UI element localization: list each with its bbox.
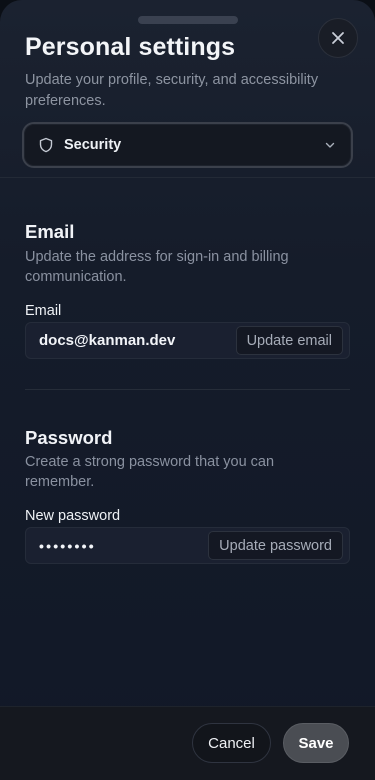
page-title: Personal settings bbox=[25, 33, 236, 61]
email-field-label: Email bbox=[25, 303, 62, 319]
save-button[interactable]: Save bbox=[283, 723, 349, 763]
page-subtitle: Update your profile, security, and acces… bbox=[25, 72, 319, 109]
email-field[interactable]: docs@kanman.dev Update email bbox=[25, 322, 350, 359]
close-icon bbox=[332, 32, 344, 44]
section-select-value: Security bbox=[64, 137, 122, 153]
chevron-down-icon bbox=[325, 142, 335, 148]
password-value: •••••••• bbox=[39, 537, 96, 554]
email-section-description: Update the address for sign-in and billi… bbox=[25, 249, 289, 285]
shield-icon bbox=[39, 137, 53, 153]
new-password-label: New password bbox=[25, 508, 121, 524]
settings-sheet: Personal settings Update your profile, s… bbox=[0, 0, 375, 780]
password-section-description: Create a strong password that you can re… bbox=[25, 454, 275, 490]
update-password-button[interactable]: Update password bbox=[208, 531, 343, 560]
section-select[interactable]: Security bbox=[22, 122, 353, 168]
email-section-title: Email bbox=[25, 221, 75, 242]
drag-handle[interactable] bbox=[138, 16, 238, 24]
close-button[interactable] bbox=[318, 18, 358, 58]
new-password-field[interactable]: •••••••• Update password bbox=[25, 527, 350, 564]
section-divider bbox=[25, 389, 350, 390]
email-value: docs@kanman.dev bbox=[39, 332, 176, 349]
update-email-button[interactable]: Update email bbox=[235, 326, 343, 355]
header-divider bbox=[0, 177, 375, 178]
cancel-button[interactable]: Cancel bbox=[192, 723, 271, 763]
password-section-title: Password bbox=[25, 427, 113, 448]
